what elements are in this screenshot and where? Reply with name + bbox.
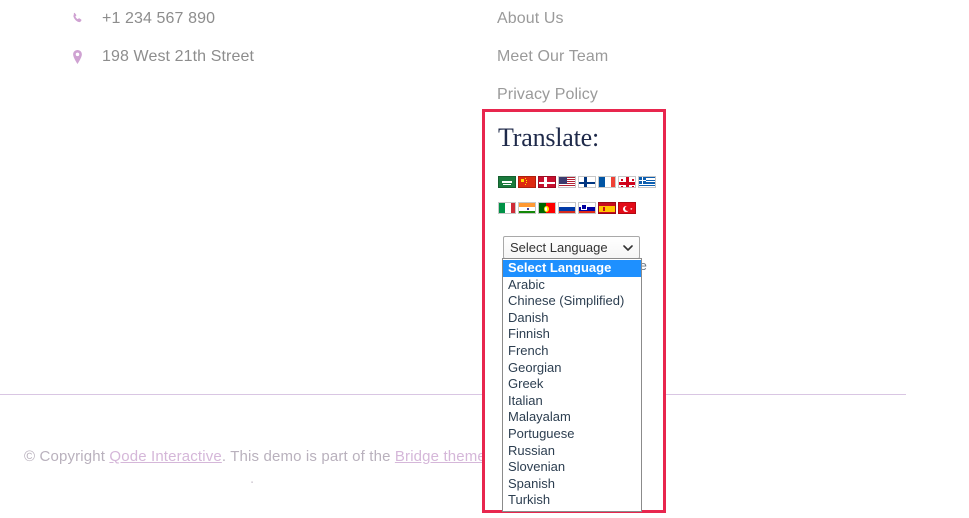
flag-saudi-arabia-icon[interactable] [498,176,516,188]
dropdown-option[interactable]: Danish [503,310,641,327]
dropdown-option[interactable]: Malayalam [503,409,641,426]
flag-russia-icon[interactable] [558,202,576,214]
dropdown-option[interactable]: Italian [503,393,641,410]
flag-portugal-icon[interactable] [538,202,556,214]
contact-row-phone: +1 234 567 890 [66,0,446,38]
dropdown-option[interactable]: Finnish [503,326,641,343]
dropdown-option[interactable]: Portuguese [503,426,641,443]
footer-link-meet-our-team[interactable]: Meet Our Team [497,38,757,76]
flag-france-icon[interactable] [598,176,616,188]
copyright-trailing-period: . [250,470,255,487]
dropdown-option[interactable]: Chinese (Simplified) [503,293,641,310]
dropdown-option[interactable]: Spanish [503,476,641,493]
language-select[interactable]: Select Language [503,236,640,259]
dropdown-option[interactable]: French [503,343,641,360]
copyright-prefix: © Copyright [24,448,110,465]
dropdown-option[interactable]: Arabic [503,277,641,294]
flag-finland-icon[interactable] [578,176,596,188]
flag-china-icon[interactable] [518,176,536,188]
flag-georgia-icon[interactable] [618,176,636,188]
copyright-text: © Copyright Qode Interactive. This demo … [24,446,486,468]
flag-greece-icon[interactable] [638,176,656,188]
flag-turkey-icon[interactable] [618,202,636,214]
language-select-wrapper[interactable]: Select Language [503,236,640,259]
flag-row-2 [498,202,656,228]
translate-heading: Translate: [498,123,600,152]
flag-grid [498,176,656,228]
dropdown-option[interactable]: Georgian [503,360,641,377]
flag-united-states-icon[interactable] [558,176,576,188]
copyright-link-qode-interactive[interactable]: Qode Interactive [109,448,221,465]
dropdown-option[interactable]: Greek [503,376,641,393]
flag-slovenia-icon[interactable] [578,202,596,214]
flag-denmark-icon[interactable] [538,176,556,188]
translate-widget: Translate: te Select Language Select Lan… [482,109,666,513]
flag-italy-icon[interactable] [498,202,516,214]
phone-number: +1 234 567 890 [102,10,216,27]
language-select-value: Select Language [510,240,608,255]
dropdown-option[interactable]: Slovenian [503,459,641,476]
dropdown-option[interactable]: Select Language [503,260,641,277]
flag-india-icon[interactable] [518,202,536,214]
footer-link-about-us[interactable]: About Us [497,0,757,38]
phone-icon [66,0,88,38]
chevron-down-icon [623,243,633,253]
street-address: 198 West 21th Street [102,48,255,65]
dropdown-option[interactable]: Turkish [503,492,641,509]
copyright-link-bridge-theme[interactable]: Bridge theme [395,448,486,465]
flag-row-1 [498,176,656,202]
footer-links-column: About Us Meet Our Team Privacy Policy [497,0,757,114]
flag-spain-icon[interactable] [598,202,616,214]
copyright-middle: . This demo is part of the [221,448,395,465]
contact-row-address: 198 West 21th Street [66,38,446,76]
dropdown-option[interactable]: Russian [503,443,641,460]
footer-divider [0,394,906,395]
map-pin-icon [66,38,88,76]
language-dropdown-list[interactable]: Select Language Arabic Chinese (Simplified… [502,258,642,512]
contact-info-column: +1 234 567 890 198 West 21th Street [66,0,446,76]
